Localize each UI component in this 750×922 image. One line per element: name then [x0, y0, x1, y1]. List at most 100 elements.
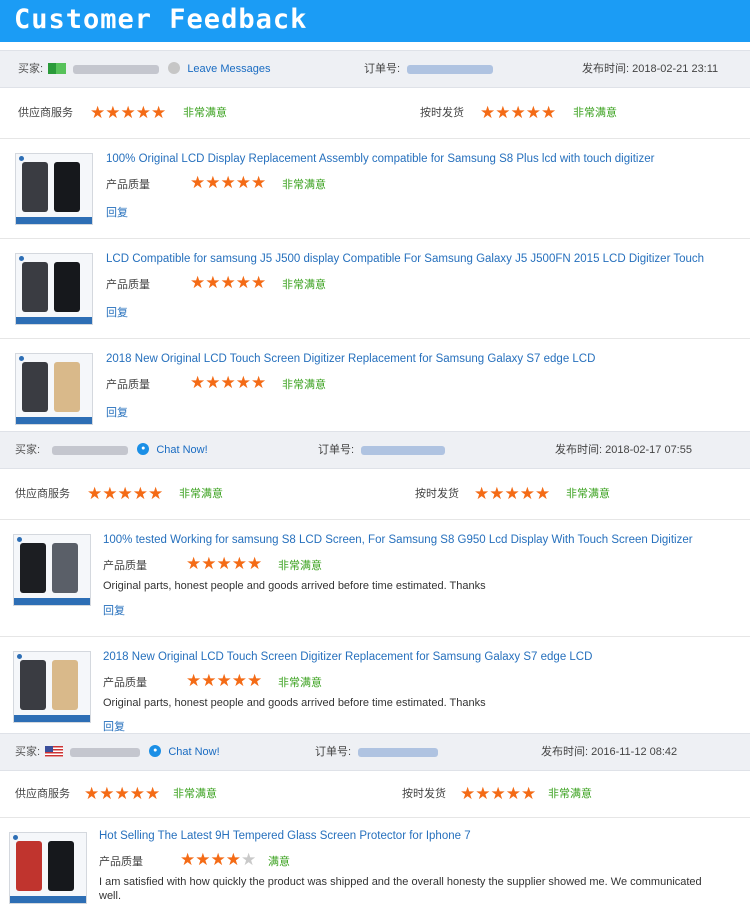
product-quality-praise: 非常满意: [278, 677, 322, 689]
supplier-service-label: 供应商服务: [15, 488, 70, 500]
star-filled-icon: ★: [105, 103, 121, 122]
buyer-label: 买家:: [15, 444, 41, 456]
star-filled-icon: ★: [235, 373, 251, 392]
list-item: 100% tested Working for samsung S8 LCD S…: [0, 520, 750, 637]
star-filled-icon: ★: [220, 373, 236, 392]
product-quality-praise: 满意: [268, 856, 290, 868]
star-filled-icon: ★: [117, 484, 133, 503]
order-rating-row: 供应商服务 ★★★★★ 非常满意 按时发货 ★★★★★ 非常满意: [0, 88, 750, 139]
product-quality-stars: ★★★★★: [190, 174, 266, 192]
chat-icon: ●: [137, 443, 150, 456]
published-label: 发布时间:: [541, 746, 589, 758]
star-filled-icon: ★: [180, 850, 196, 869]
product-quality-stars: ★★★★★: [186, 672, 262, 690]
order-header: 买家: ● Chat Now! 订单号: 发布时间: 2016-11-12 08…: [0, 733, 750, 771]
delivery-praise: 非常满意: [548, 788, 592, 800]
published-time: 发布时间: 2018-02-17 07:55: [555, 432, 692, 468]
product-quality-praise: 非常满意: [282, 179, 326, 191]
product-quality-label: 产品质量: [106, 379, 150, 391]
product-quality-stars: ★★★★★: [190, 274, 266, 292]
product-thumbnail[interactable]: [13, 651, 91, 723]
star-filled-icon: ★: [220, 173, 236, 192]
published-time: 发布时间: 2018-02-21 23:11: [582, 51, 718, 87]
star-filled-icon: ★: [251, 273, 267, 292]
review-comment: I am satisfied with how quickly the prod…: [99, 876, 702, 902]
published-label: 发布时间:: [555, 444, 603, 456]
star-filled-icon: ★: [541, 103, 557, 122]
product-title-link[interactable]: 100% Original LCD Display Replacement As…: [106, 153, 654, 165]
supplier-service-praise: 非常满意: [183, 107, 227, 119]
star-filled-icon: ★: [504, 484, 520, 503]
product-title-link[interactable]: 2018 New Original LCD Touch Screen Digit…: [106, 353, 595, 365]
delivery-label: 按时发货: [402, 788, 446, 800]
star-filled-icon: ★: [480, 103, 496, 122]
leave-messages-link[interactable]: Leave Messages: [187, 63, 270, 75]
star-filled-icon: ★: [474, 484, 490, 503]
supplier-service-praise: 非常满意: [179, 488, 223, 500]
reply-link[interactable]: 回复: [106, 204, 128, 220]
star-filled-icon: ★: [525, 103, 541, 122]
product-quality-praise: 非常满意: [282, 279, 326, 291]
product-quality-stars: ★★★★★: [180, 851, 256, 869]
star-filled-icon: ★: [535, 484, 551, 503]
product-thumbnail[interactable]: [15, 353, 93, 425]
product-quality-label: 产品质量: [99, 856, 143, 868]
reply-link[interactable]: 回复: [106, 304, 128, 320]
star-filled-icon: ★: [519, 484, 535, 503]
buyer-info: 买家: Leave Messages: [18, 51, 270, 87]
buyer-info: 买家: ● Chat Now!: [15, 432, 208, 468]
product-thumbnail[interactable]: [9, 832, 87, 904]
buyer-name-blurred: [52, 445, 129, 455]
reply-link[interactable]: 回复: [103, 718, 125, 734]
product-title-link[interactable]: Hot Selling The Latest 9H Tempered Glass…: [99, 830, 471, 842]
order-block: 买家: Leave Messages 订单号: 发布时间: 2018-02-21…: [0, 50, 750, 445]
order-number: 订单号:: [315, 734, 439, 770]
delivery-praise: 非常满意: [566, 488, 610, 500]
star-filled-icon: ★: [201, 671, 217, 690]
star-filled-icon: ★: [102, 484, 118, 503]
product-thumbnail[interactable]: [15, 153, 93, 225]
star-filled-icon: ★: [195, 850, 211, 869]
delivery-stars: ★★★★★: [480, 88, 556, 138]
star-filled-icon: ★: [521, 784, 537, 803]
product-quality-label: 产品质量: [106, 179, 150, 191]
product-thumbnail[interactable]: [15, 253, 93, 325]
star-filled-icon: ★: [190, 173, 206, 192]
order-number-blurred: [407, 64, 494, 74]
star-filled-icon: ★: [490, 784, 506, 803]
product-quality-praise: 非常满意: [282, 379, 326, 391]
order-number-label: 订单号:: [318, 444, 355, 456]
country-flag-icon: [48, 62, 67, 74]
published-time: 发布时间: 2016-11-12 08:42: [541, 734, 677, 770]
star-filled-icon: ★: [235, 273, 251, 292]
buyer-name-blurred: [70, 747, 141, 757]
reply-link[interactable]: 回复: [103, 602, 125, 618]
product-title-link[interactable]: LCD Compatible for samsung J5 J500 displ…: [106, 253, 704, 265]
star-filled-icon: ★: [99, 784, 115, 803]
product-quality-label: 产品质量: [106, 279, 150, 291]
product-thumbnail[interactable]: [13, 534, 91, 606]
product-title-link[interactable]: 2018 New Original LCD Touch Screen Digit…: [103, 651, 592, 663]
order-number-label: 订单号:: [364, 63, 401, 75]
supplier-service-praise: 非常满意: [173, 788, 217, 800]
star-filled-icon: ★: [120, 103, 136, 122]
list-item: 100% Original LCD Display Replacement As…: [0, 139, 750, 239]
star-filled-icon: ★: [489, 484, 505, 503]
product-quality-label: 产品质量: [103, 677, 147, 689]
order-number-blurred: [358, 747, 439, 757]
order-block: 买家: ● Chat Now! 订单号: 发布时间: 2016-11-12 08…: [0, 733, 750, 922]
review-comment: Original parts, honest people and goods …: [103, 697, 486, 709]
order-number: 订单号:: [318, 432, 446, 468]
chat-now-link[interactable]: Chat Now!: [168, 746, 219, 758]
page-title: Customer Feedback: [14, 4, 308, 35]
supplier-service-label: 供应商服务: [18, 107, 73, 119]
reply-link[interactable]: 回复: [106, 404, 128, 420]
star-filled-icon: ★: [145, 784, 161, 803]
delivery-stars: ★★★★★: [460, 771, 536, 817]
delivery-label: 按时发货: [415, 488, 459, 500]
chat-now-link[interactable]: Chat Now!: [156, 444, 207, 456]
star-filled-icon: ★: [231, 554, 247, 573]
star-filled-icon: ★: [251, 373, 267, 392]
order-block: 买家: ● Chat Now! 订单号: 发布时间: 2018-02-17 07…: [0, 431, 750, 753]
product-title-link[interactable]: 100% tested Working for samsung S8 LCD S…: [103, 534, 693, 546]
